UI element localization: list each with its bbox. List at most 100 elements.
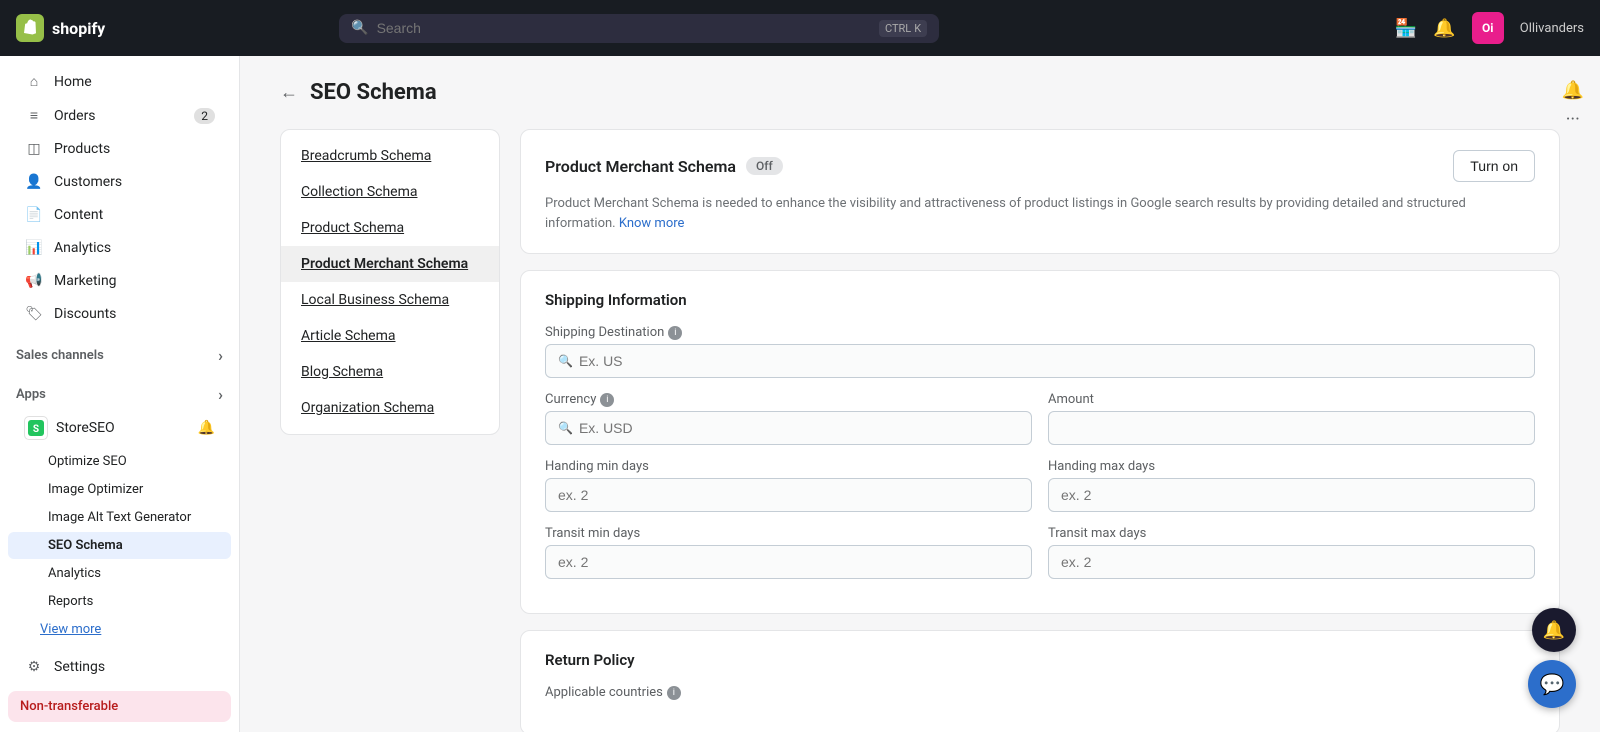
analytics-icon: 📊: [24, 240, 44, 256]
amount-input-wrapper[interactable]: [1048, 411, 1535, 445]
nav-right: 🏪 🔔 Oi Ollivanders: [1395, 12, 1584, 44]
sidebar-item-analytics[interactable]: 📊 Analytics: [8, 232, 231, 264]
shipping-destination-input[interactable]: [579, 353, 1522, 369]
customers-icon: 👤: [24, 174, 44, 190]
schema-nav-product-merchant[interactable]: Product Merchant Schema: [281, 246, 499, 282]
currency-group: Currency i 🔍: [545, 392, 1032, 445]
shopify-logo[interactable]: shopify: [16, 14, 105, 42]
notification-fab[interactable]: 🔔: [1532, 608, 1576, 652]
sidebar: ⌂ Home ≡ Orders 2 ◫ Products 👤 Customers…: [0, 56, 240, 732]
analytics-sub-label: Analytics: [48, 566, 101, 581]
page-header: ← SEO Schema: [280, 80, 1560, 105]
transit-row: Transit min days Transit max days: [545, 526, 1535, 579]
page-title: SEO Schema: [310, 80, 437, 105]
currency-amount-row: Currency i 🔍 Amount: [545, 392, 1535, 445]
non-transferable-label: Non-transferable: [20, 699, 118, 714]
schema-nav-organization[interactable]: Organization Schema: [281, 390, 499, 426]
content-label: Content: [54, 207, 103, 223]
transit-min-group: Transit min days: [545, 526, 1032, 579]
marketing-icon: 📢: [24, 273, 44, 289]
transit-min-input[interactable]: [558, 554, 1019, 570]
schema-nav-blog[interactable]: Blog Schema: [281, 354, 499, 390]
schema-nav-product[interactable]: Product Schema: [281, 210, 499, 246]
schema-nav-collection[interactable]: Collection Schema: [281, 174, 499, 210]
orders-label: Orders: [54, 108, 96, 124]
discounts-label: Discounts: [54, 306, 116, 322]
schema-nav-article[interactable]: Article Schema: [281, 318, 499, 354]
handling-max-input-wrapper[interactable]: [1048, 478, 1535, 512]
product-merchant-card: Product Merchant Schema Off Turn on Prod…: [520, 129, 1560, 254]
support-fab[interactable]: 💬: [1528, 660, 1576, 708]
handling-max-input[interactable]: [1061, 487, 1522, 503]
page-bell-icon[interactable]: 🔔: [1562, 80, 1584, 101]
sidebar-item-content[interactable]: 📄 Content: [8, 199, 231, 231]
content-area: Breadcrumb Schema Collection Schema Prod…: [280, 129, 1560, 732]
return-policy-title: Return Policy: [545, 651, 1535, 669]
back-button[interactable]: ←: [280, 82, 298, 103]
sub-item-seo-schema[interactable]: SEO Schema: [8, 532, 231, 559]
search-bar[interactable]: 🔍 CTRL K: [339, 14, 939, 43]
bell-icon[interactable]: 🔔: [1433, 18, 1455, 39]
transit-max-input-wrapper[interactable]: [1048, 545, 1535, 579]
ctrl-label: CTRL: [885, 22, 911, 35]
sidebar-item-customers[interactable]: 👤 Customers: [8, 166, 231, 198]
know-more-link[interactable]: Know more: [619, 216, 685, 231]
storeseo-bell-icon[interactable]: 🔔: [198, 420, 215, 436]
sidebar-item-settings[interactable]: ⚙ Settings: [8, 651, 231, 683]
transit-max-input[interactable]: [1061, 554, 1522, 570]
currency-label: Currency i: [545, 392, 1032, 407]
optimize-seo-label: Optimize SEO: [48, 454, 127, 469]
search-input[interactable]: [377, 20, 871, 36]
transit-max-label: Transit max days: [1048, 526, 1535, 541]
store-icon[interactable]: 🏪: [1395, 18, 1417, 39]
sidebar-item-products[interactable]: ◫ Products: [8, 133, 231, 165]
sub-item-analytics[interactable]: Analytics: [8, 560, 231, 587]
settings-icon: ⚙: [24, 659, 44, 675]
top-nav: shopify 🔍 CTRL K 🏪 🔔 Oi Ollivanders: [0, 0, 1600, 56]
search-icon: 🔍: [351, 20, 368, 36]
schema-nav-local-business[interactable]: Local Business Schema: [281, 282, 499, 318]
card-header: Product Merchant Schema Off Turn on: [545, 150, 1535, 182]
apps-header[interactable]: Apps ›: [0, 377, 239, 408]
card-title: Product Merchant Schema: [545, 157, 736, 176]
shopify-logo-icon: [16, 14, 44, 42]
sidebar-item-discounts[interactable]: 🏷 Discounts: [8, 298, 231, 330]
handling-max-label: Handing max days: [1048, 459, 1535, 474]
sidebar-item-orders[interactable]: ≡ Orders 2: [8, 99, 231, 132]
handling-min-input[interactable]: [558, 487, 1019, 503]
amount-input[interactable]: [1061, 420, 1522, 436]
sub-item-image-optimizer[interactable]: Image Optimizer: [8, 476, 231, 503]
transit-min-input-wrapper[interactable]: [545, 545, 1032, 579]
products-label: Products: [54, 141, 110, 157]
sub-item-reports[interactable]: Reports: [8, 588, 231, 615]
handling-max-group: Handing max days: [1048, 459, 1535, 512]
sidebar-item-home[interactable]: ⌂ Home: [8, 65, 231, 98]
shipping-destination-group: Shipping Destination i 🔍: [545, 325, 1535, 378]
view-more-link[interactable]: View more: [0, 616, 239, 643]
marketing-label: Marketing: [54, 273, 117, 289]
applicable-countries-label: Applicable countries i: [545, 685, 1535, 700]
discounts-icon: 🏷: [24, 306, 44, 322]
amount-label: Amount: [1048, 392, 1535, 407]
sidebar-app-storeseo[interactable]: S StoreSEO 🔔: [8, 409, 231, 447]
sub-item-image-alt-text[interactable]: Image Alt Text Generator: [8, 504, 231, 531]
shipping-destination-input-wrapper[interactable]: 🔍: [545, 344, 1535, 378]
search-shortcut: CTRL K: [879, 20, 927, 37]
currency-search-icon: 🔍: [558, 421, 573, 435]
sub-item-optimize-seo[interactable]: Optimize SEO: [8, 448, 231, 475]
sales-channels-header[interactable]: Sales channels ›: [0, 338, 239, 369]
transit-min-label: Transit min days: [545, 526, 1032, 541]
page-more-icon[interactable]: ···: [1566, 109, 1580, 130]
currency-input-wrapper[interactable]: 🔍: [545, 411, 1032, 445]
avatar[interactable]: Oi: [1472, 12, 1504, 44]
schema-content: Product Merchant Schema Off Turn on Prod…: [520, 129, 1560, 732]
handling-min-input-wrapper[interactable]: [545, 478, 1032, 512]
currency-input[interactable]: [579, 420, 1019, 436]
turn-on-button[interactable]: Turn on: [1453, 150, 1535, 182]
sales-channels-chevron: ›: [218, 346, 223, 365]
storeseo-icon: S: [24, 416, 48, 440]
handling-min-label: Handing min days: [545, 459, 1032, 474]
status-badge: Off: [746, 157, 783, 175]
sidebar-item-marketing[interactable]: 📢 Marketing: [8, 265, 231, 297]
schema-nav-breadcrumb[interactable]: Breadcrumb Schema: [281, 138, 499, 174]
